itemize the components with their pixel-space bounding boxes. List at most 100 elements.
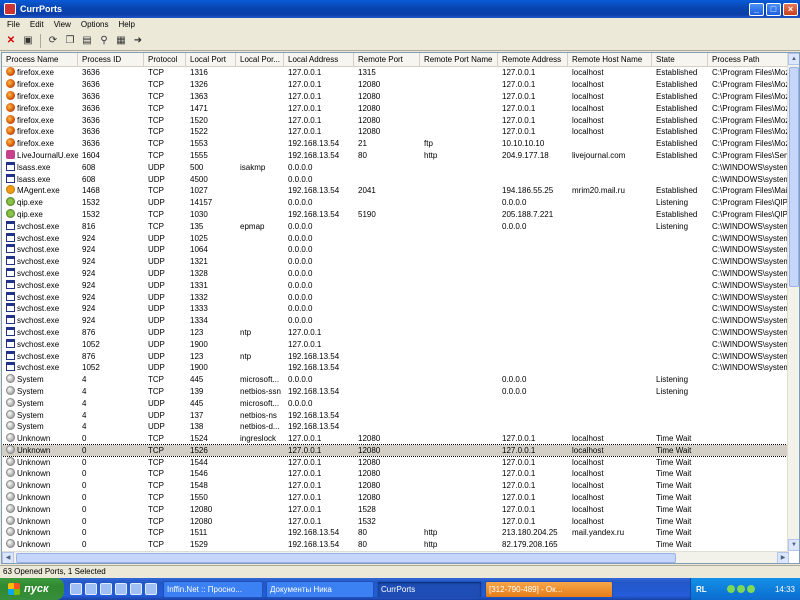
table-row[interactable]: svchost.exe 924 UDP 1321 0.0.0.0 C:\WINDOWS\s… [2,256,789,268]
table-row[interactable]: Unknown 0 TCP 1511 192.168.13.54 80 http 213.18… [2,527,789,539]
find-icon[interactable]: ⚲ [97,34,111,48]
tray-icon[interactable] [736,585,745,593]
column-header[interactable]: Remote Host Name [568,53,652,67]
scroll-thumb[interactable] [789,67,799,287]
table-cell: TCP [148,80,164,90]
menu-help[interactable]: Help [113,20,139,29]
hscroll-thumb[interactable] [16,553,676,563]
taskbar-button[interactable]: [312-790-489] - Ок... [485,580,613,598]
minimize-button[interactable]: _ [749,2,764,16]
table-row[interactable]: svchost.exe 924 UDP 1064 0.0.0.0 C:\WINDOWS\s… [2,244,789,256]
ports-list[interactable]: Process Name Process ID Protocol Local Port… [1,52,800,564]
column-header[interactable]: Protocol [144,53,186,67]
table-row[interactable]: firefox.exe 3636 TCP 1471 127.0.0.1 12080 127.… [2,102,789,114]
table-row[interactable]: Unknown 0 TCP 1544 127.0.0.1 12080 127.0.0.1 lo… [2,456,789,468]
column-header[interactable]: Process Name [2,53,78,67]
column-header[interactable]: State [652,53,708,67]
table-row[interactable]: Unknown 0 TCP 1526 127.0.0.1 12080 127.0.0.1 lo… [2,443,790,458]
table-row[interactable]: Unknown 0 TCP 12080 127.0.0.1 1528 127.0.0.1 lo… [2,503,789,515]
table-row[interactable]: svchost.exe 1052 UDP 1900 127.0.0.1 C:\WINDOW… [2,338,789,350]
quick-launch-icon[interactable] [145,583,157,595]
table-row[interactable]: qip.exe 1532 UDP 14157 0.0.0.0 0.0.0.0 Listeni… [2,197,789,209]
column-header[interactable]: Remote Address [498,53,568,67]
table-row[interactable]: LiveJournalU.exe 1604 TCP 1555 192.168.13.54… [2,149,789,162]
table-row[interactable]: svchost.exe 924 UDP 1334 0.0.0.0 C:\WINDOWS\s… [2,315,789,327]
close-button[interactable]: × [783,2,798,16]
menu-view[interactable]: View [49,20,76,29]
table-row[interactable]: svchost.exe 924 UDP 1331 0.0.0.0 C:\WINDOWS\s… [2,279,789,291]
table-row[interactable]: svchost.exe 816 TCP 135 epmap 0.0.0.0 0.0.0.0 L… [2,220,789,232]
start-button[interactable]: пуск [0,578,64,600]
maximize-button[interactable]: □ [766,2,781,16]
table-row[interactable]: firefox.exe 3636 TCP 1326 127.0.0.1 12080 127.… [2,79,789,91]
scroll-up-icon[interactable]: ▲ [788,53,799,65]
column-header[interactable]: Local Por... [236,53,284,67]
menu-edit[interactable]: Edit [25,20,49,29]
table-row[interactable]: svchost.exe 924 UDP 1332 0.0.0.0 C:\WINDOWS\s… [2,291,789,303]
table-row[interactable]: lsass.exe 608 UDP 500 isakmp 0.0.0.0 C:\WINDOW… [2,161,789,173]
properties-icon[interactable]: ▤ [80,34,94,48]
taskbar-button[interactable]: Inffin.Net :: Просно... [163,580,263,598]
scroll-down-icon[interactable]: ▼ [788,539,799,551]
scroll-right-icon[interactable]: ▶ [777,552,789,563]
quick-launch-icon[interactable] [115,583,127,595]
table-row[interactable]: MAgent.exe 1468 TCP 1027 192.168.13.54 2041 19… [2,185,789,197]
table-row[interactable]: firefox.exe 3636 TCP 1363 127.0.0.1 12080 127.… [2,90,789,103]
table-cell: http [424,540,438,550]
scroll-left-icon[interactable]: ◀ [2,552,14,563]
table-row[interactable]: svchost.exe 924 UDP 1025 0.0.0.0 C:\WINDOWS\s… [2,232,789,244]
vertical-scrollbar[interactable]: ▲ ▼ [787,53,799,551]
table-row[interactable]: svchost.exe 924 UDP 1333 0.0.0.0 C:\WINDOWS\s… [2,303,789,315]
table-row[interactable]: Unknown 0 TCP 12080 127.0.0.1 1532 127.0.0.1 lo… [2,515,789,527]
table-cell: UDP [148,398,165,408]
table-row[interactable]: svchost.exe 1052 UDP 1900 192.168.13.54 C:\WI… [2,362,789,374]
quick-launch-icon[interactable] [85,583,97,595]
table-row[interactable]: Unknown 0 TCP 1548 127.0.0.1 12080 127.0.0.1 lo… [2,480,789,492]
table-cell: 12080 [358,445,381,455]
table-row[interactable]: Unknown 0 TCP 1546 127.0.0.1 12080 127.0.0.1 lo… [2,468,789,480]
table-row[interactable]: firefox.exe 3636 TCP 1520 127.0.0.1 12080 127.… [2,114,789,126]
taskbar-button[interactable]: CurrPorts [377,580,482,598]
html-report-icon[interactable]: ▦ [114,34,128,48]
menu-file[interactable]: File [2,20,25,29]
table-row[interactable]: System 4 TCP 445 microsoft... 0.0.0.0 0.0.0.0 L… [2,374,789,386]
quick-launch-icon[interactable] [130,583,142,595]
table-row[interactable]: qip.exe 1532 TCP 1030 192.168.13.54 5190 205.1… [2,208,789,221]
table-cell: svchost.exe [2,232,78,244]
table-cell: 924 [82,304,96,314]
refresh-icon[interactable]: ⟳ [46,34,60,48]
close-connection-icon[interactable]: ✕ [4,34,18,48]
table-row[interactable]: System 4 UDP 138 netbios-d... 192.168.13.54 [2,421,789,433]
table-row[interactable]: System 4 UDP 137 netbios-ns 192.168.13.54 [2,409,789,421]
tray-icon[interactable] [746,585,755,593]
table-row[interactable]: firefox.exe 3636 TCP 1522 127.0.0.1 12080 127.… [2,126,789,138]
quick-launch-icon[interactable] [100,583,112,595]
table-row[interactable]: svchost.exe 876 UDP 123 ntp 192.168.13.54 C:\W… [2,350,789,362]
language-indicator[interactable]: RL [696,585,707,594]
tray-icon[interactable] [726,585,735,593]
horizontal-scrollbar[interactable]: ◀ ▶ [2,551,789,563]
table-row[interactable]: Unknown 0 TCP 1550 127.0.0.1 12080 127.0.0.1 lo… [2,492,789,504]
column-header[interactable]: Remote Port Name [420,53,498,67]
table-row[interactable]: firefox.exe 3636 TCP 1316 127.0.0.1 1315 127.0… [2,67,789,79]
save-icon[interactable]: ▣ [21,34,35,48]
table-cell: Unknown [2,444,78,456]
menu-options[interactable]: Options [76,20,114,29]
table-row[interactable]: System 4 UDP 445 microsoft... 0.0.0.0 [2,397,789,409]
column-header[interactable]: Local Address [284,53,354,67]
column-header[interactable]: Process ID [78,53,144,67]
table-row[interactable]: svchost.exe 924 UDP 1328 0.0.0.0 C:\WINDOWS\s… [2,267,789,280]
copy-icon[interactable]: ❐ [63,34,77,48]
taskbar-button[interactable]: Документы Ника [266,580,374,598]
table-row[interactable]: firefox.exe 3636 TCP 1553 192.168.13.54 21 ftp… [2,138,789,150]
column-header[interactable]: Local Port [186,53,236,67]
quick-launch-icon[interactable] [70,583,82,595]
table-row[interactable]: Unknown 0 TCP 1524 ingreslock 127.0.0.1 12080 1… [2,433,789,445]
table-row[interactable]: svchost.exe 876 UDP 123 ntp 127.0.0.1 C:\WINDO… [2,326,789,339]
column-header[interactable]: Remote Port [354,53,420,67]
column-header[interactable]: Process Path [708,53,789,67]
table-row[interactable]: System 4 TCP 139 netbios-ssn 192.168.13.54 0.0… [2,385,789,398]
exit-icon[interactable]: ➜ [131,34,145,48]
table-row[interactable]: Unknown 0 TCP 1529 192.168.13.54 80 http 82.179… [2,539,789,551]
table-row[interactable]: lsass.exe 608 UDP 4500 0.0.0.0 C:\WINDOWS\sys… [2,173,789,185]
